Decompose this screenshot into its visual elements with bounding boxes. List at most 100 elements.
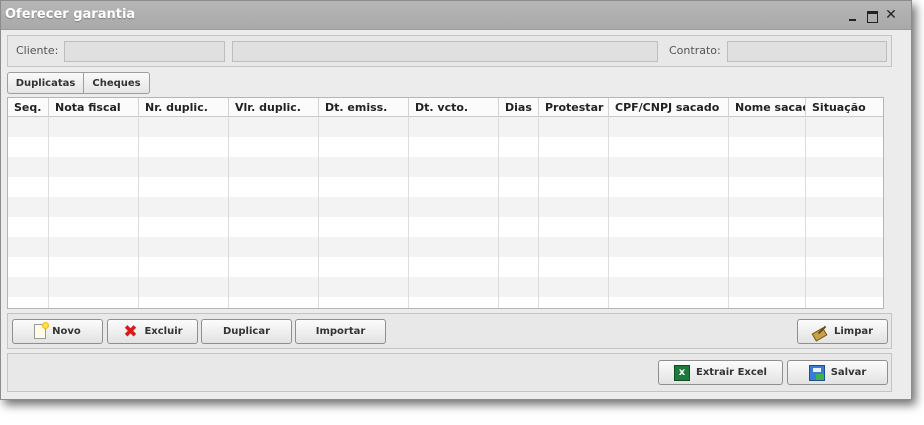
close-icon[interactable]: ✕ bbox=[884, 8, 898, 22]
table-cell[interactable] bbox=[499, 237, 539, 257]
maximize-icon[interactable] bbox=[865, 9, 879, 23]
table-cell[interactable] bbox=[409, 277, 499, 297]
table-cell[interactable] bbox=[806, 137, 883, 157]
table-cell[interactable] bbox=[499, 277, 539, 297]
table-cell[interactable] bbox=[609, 197, 729, 217]
table-cell[interactable] bbox=[8, 297, 49, 308]
table-cell[interactable] bbox=[409, 197, 499, 217]
table-cell[interactable] bbox=[139, 137, 229, 157]
table-cell[interactable] bbox=[319, 217, 409, 237]
table-cell[interactable] bbox=[139, 297, 229, 308]
table-cell[interactable] bbox=[499, 197, 539, 217]
table-cell[interactable] bbox=[539, 217, 609, 237]
table-cell[interactable] bbox=[409, 297, 499, 308]
table-cell[interactable] bbox=[49, 277, 139, 297]
table-cell[interactable] bbox=[499, 137, 539, 157]
table-row[interactable] bbox=[8, 157, 883, 177]
table-cell[interactable] bbox=[139, 257, 229, 277]
importar-button[interactable]: Importar bbox=[295, 319, 386, 344]
table-cell[interactable] bbox=[229, 237, 319, 257]
table-cell[interactable] bbox=[8, 197, 49, 217]
table-cell[interactable] bbox=[319, 237, 409, 257]
table-cell[interactable] bbox=[319, 297, 409, 308]
table-cell[interactable] bbox=[729, 297, 806, 308]
duplicar-button[interactable]: Duplicar bbox=[201, 319, 292, 344]
table-cell[interactable] bbox=[729, 117, 806, 137]
table-cell[interactable] bbox=[8, 257, 49, 277]
table-cell[interactable] bbox=[539, 277, 609, 297]
table-cell[interactable] bbox=[409, 117, 499, 137]
column-header-situacao[interactable]: Situação bbox=[806, 98, 883, 117]
cliente-code-field[interactable] bbox=[64, 41, 225, 62]
table-row[interactable] bbox=[8, 117, 883, 137]
table-cell[interactable] bbox=[229, 197, 319, 217]
table-cell[interactable] bbox=[8, 237, 49, 257]
table-cell[interactable] bbox=[539, 157, 609, 177]
table-row[interactable] bbox=[8, 297, 883, 308]
table-row[interactable] bbox=[8, 277, 883, 297]
table-cell[interactable] bbox=[409, 157, 499, 177]
tab-duplicatas[interactable]: Duplicatas bbox=[7, 72, 84, 94]
column-header-cpf-cnpj-sacado[interactable]: CPF/CNPJ sacado bbox=[609, 98, 729, 117]
table-cell[interactable] bbox=[49, 117, 139, 137]
table-cell[interactable] bbox=[229, 157, 319, 177]
table-cell[interactable] bbox=[229, 297, 319, 308]
table-cell[interactable] bbox=[8, 117, 49, 137]
cliente-name-field[interactable] bbox=[232, 41, 658, 62]
table-cell[interactable] bbox=[609, 137, 729, 157]
table-cell[interactable] bbox=[139, 237, 229, 257]
table-cell[interactable] bbox=[806, 257, 883, 277]
table-cell[interactable] bbox=[499, 117, 539, 137]
excluir-button[interactable]: ✖ Excluir bbox=[107, 319, 198, 344]
table-cell[interactable] bbox=[49, 237, 139, 257]
table-cell[interactable] bbox=[609, 277, 729, 297]
table-cell[interactable] bbox=[49, 177, 139, 197]
table-cell[interactable] bbox=[229, 257, 319, 277]
table-cell[interactable] bbox=[729, 137, 806, 157]
table-cell[interactable] bbox=[729, 257, 806, 277]
table-row[interactable] bbox=[8, 197, 883, 217]
table-cell[interactable] bbox=[229, 117, 319, 137]
column-header-protestar[interactable]: Protestar bbox=[539, 98, 609, 117]
table-row[interactable] bbox=[8, 177, 883, 197]
extrair-excel-button[interactable]: x Extrair Excel bbox=[658, 360, 783, 385]
table-row[interactable] bbox=[8, 237, 883, 257]
column-header-nome-sacado[interactable]: Nome sacado bbox=[729, 98, 806, 117]
limpar-button[interactable]: Limpar bbox=[797, 319, 888, 344]
table-cell[interactable] bbox=[499, 157, 539, 177]
minimize-icon[interactable] bbox=[846, 9, 860, 22]
table-cell[interactable] bbox=[609, 257, 729, 277]
table-cell[interactable] bbox=[499, 177, 539, 197]
table-cell[interactable] bbox=[8, 277, 49, 297]
table-cell[interactable] bbox=[49, 257, 139, 277]
table-cell[interactable] bbox=[729, 197, 806, 217]
table-row[interactable] bbox=[8, 137, 883, 157]
table-cell[interactable] bbox=[539, 137, 609, 157]
table-cell[interactable] bbox=[49, 197, 139, 217]
table-cell[interactable] bbox=[609, 237, 729, 257]
table-cell[interactable] bbox=[139, 217, 229, 237]
table-cell[interactable] bbox=[539, 237, 609, 257]
table-cell[interactable] bbox=[319, 137, 409, 157]
table-cell[interactable] bbox=[806, 157, 883, 177]
table-cell[interactable] bbox=[49, 137, 139, 157]
table-cell[interactable] bbox=[8, 137, 49, 157]
table-cell[interactable] bbox=[499, 217, 539, 237]
table-cell[interactable] bbox=[806, 197, 883, 217]
table-cell[interactable] bbox=[806, 177, 883, 197]
table-cell[interactable] bbox=[409, 257, 499, 277]
tab-cheques[interactable]: Cheques bbox=[84, 72, 150, 94]
table-cell[interactable] bbox=[499, 257, 539, 277]
table-cell[interactable] bbox=[806, 277, 883, 297]
table-cell[interactable] bbox=[609, 177, 729, 197]
table-cell[interactable] bbox=[409, 137, 499, 157]
table-cell[interactable] bbox=[609, 157, 729, 177]
table-cell[interactable] bbox=[319, 117, 409, 137]
table-cell[interactable] bbox=[539, 297, 609, 308]
table-cell[interactable] bbox=[729, 277, 806, 297]
table-cell[interactable] bbox=[729, 237, 806, 257]
column-header-nr-duplic[interactable]: Nr. duplic. bbox=[139, 98, 229, 117]
table-cell[interactable] bbox=[539, 117, 609, 137]
table-cell[interactable] bbox=[229, 217, 319, 237]
table-cell[interactable] bbox=[8, 157, 49, 177]
